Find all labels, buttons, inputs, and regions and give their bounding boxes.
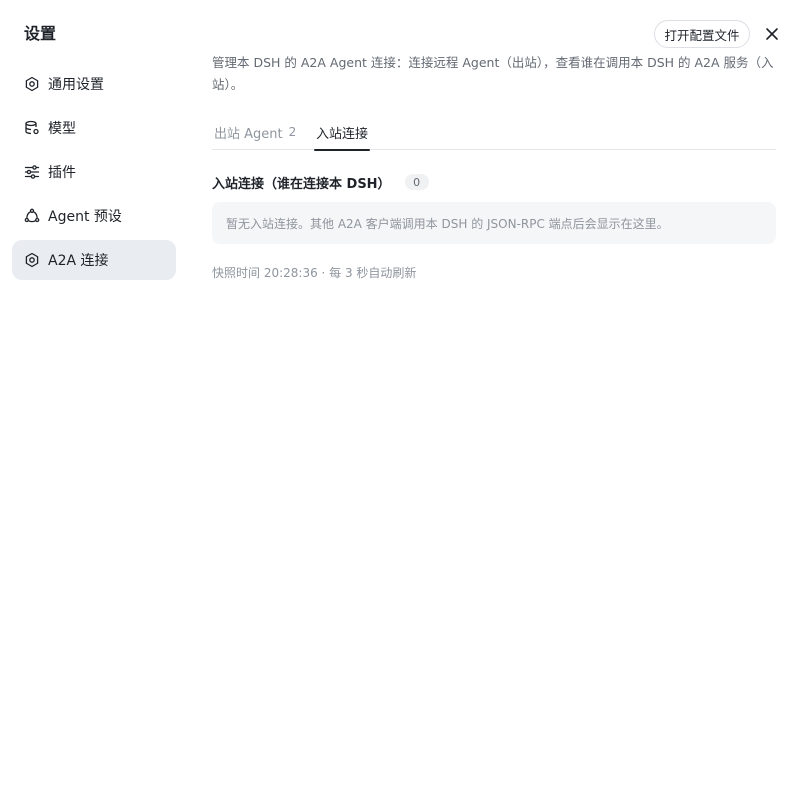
open-config-button[interactable]: 打开配置文件	[654, 20, 750, 48]
sidebar-item-label: 模型	[48, 121, 76, 137]
tab-inbound-connections[interactable]: 入站连接	[313, 114, 371, 151]
sidebar-item-plugins[interactable]: 插件	[12, 152, 176, 192]
page-description: 管理本 DSH 的 A2A Agent 连接：连接远程 Agent（出站），查看…	[212, 55, 774, 92]
empty-state-message: 暂无入站连接。其他 A2A 客户端调用本 DSH 的 JSON-RPC 端点后会…	[226, 216, 669, 231]
close-icon	[765, 27, 779, 41]
tab-outbound-agent[interactable]: 出站 Agent 2	[212, 114, 316, 150]
sidebar-item-agent-presets[interactable]: Agent 预设	[12, 196, 176, 236]
gear-icon	[24, 76, 40, 92]
sliders-icon	[24, 164, 40, 180]
sidebar-item-a2a[interactable]: A2A 连接	[12, 240, 176, 280]
sidebar: 设置 通用设置 模型 插件 Agent 预设 A2A 连接	[0, 0, 188, 800]
tab-label: 入站连接	[316, 126, 369, 142]
tab-label: 出站 Agent	[214, 126, 283, 142]
gear-icon	[24, 252, 40, 268]
sidebar-item-label: 插件	[48, 165, 76, 181]
sidebar-title: 设置	[24, 24, 57, 43]
count-badge: 0	[404, 174, 429, 190]
database-icon	[24, 120, 40, 136]
tab-bar: 出站 Agent 2 入站连接	[212, 114, 776, 151]
sidebar-item-models[interactable]: 模型	[12, 108, 176, 148]
tab-count: 2	[288, 125, 297, 139]
snapshot-status: 快照时间 20:28:36 · 每 3 秒自动刷新	[212, 266, 417, 280]
section-header: 入站连接（谁在连接本 DSH） 0	[212, 172, 776, 192]
close-button[interactable]	[762, 24, 782, 44]
main-content: 管理本 DSH 的 A2A Agent 连接：连接远程 Agent（出站），查看…	[212, 52, 776, 282]
empty-state: 暂无入站连接。其他 A2A 客户端调用本 DSH 的 JSON-RPC 端点后会…	[212, 202, 776, 244]
agent-icon	[24, 208, 40, 224]
settings-dialog: 设置 通用设置 模型 插件 Agent 预设 A2A 连接 打开配置文件 管理本…	[0, 0, 800, 800]
sidebar-nav: 通用设置 模型 插件 Agent 预设 A2A 连接	[12, 64, 176, 284]
section-title: 入站连接（谁在连接本 DSH）	[212, 176, 391, 192]
sidebar-item-label: 通用设置	[48, 77, 104, 93]
sidebar-item-label: Agent 预设	[48, 209, 122, 225]
sidebar-item-label: A2A 连接	[48, 253, 109, 269]
sidebar-item-general[interactable]: 通用设置	[12, 64, 176, 104]
